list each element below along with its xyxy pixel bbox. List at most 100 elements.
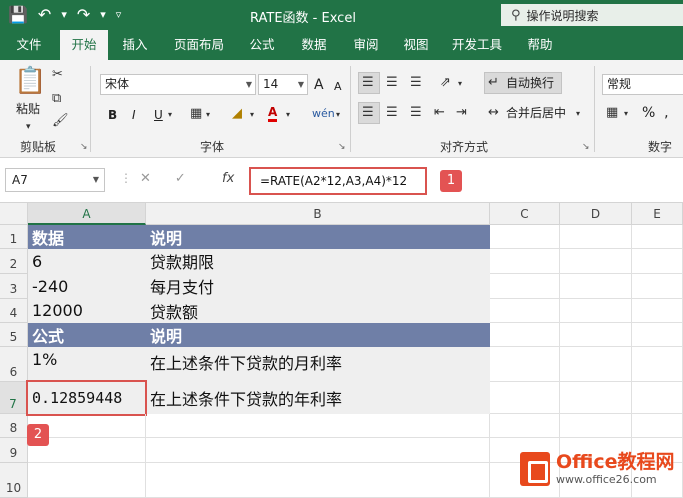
- font-size-select[interactable]: 14 ▼: [258, 74, 308, 95]
- tab-insert[interactable]: 插入: [112, 30, 158, 60]
- number-format-select[interactable]: 常规: [602, 74, 683, 95]
- empty-cell[interactable]: [146, 414, 490, 438]
- merge-center-label[interactable]: 合并后居中: [506, 104, 566, 122]
- column-header-b[interactable]: B: [146, 203, 490, 225]
- clipboard-launcher-icon[interactable]: ↘: [80, 142, 88, 152]
- row-header-8[interactable]: 8: [0, 414, 28, 438]
- cell-a2[interactable]: 6: [28, 249, 146, 274]
- redo-icon[interactable]: ↷: [77, 5, 90, 25]
- empty-cell[interactable]: [632, 249, 683, 274]
- phonetic-guide-icon[interactable]: wén: [312, 105, 335, 123]
- align-right-icon[interactable]: ☰: [410, 104, 422, 122]
- empty-cell[interactable]: [490, 274, 560, 299]
- font-color-dropdown-icon[interactable]: ▾: [286, 106, 290, 124]
- format-painter-icon[interactable]: 🖌: [52, 112, 69, 130]
- merge-dropdown-icon[interactable]: ▾: [576, 105, 580, 123]
- cell-b4[interactable]: 贷款额: [146, 299, 490, 323]
- empty-cell[interactable]: [490, 225, 560, 249]
- grow-font-button[interactable]: A: [314, 76, 324, 94]
- empty-cell[interactable]: [560, 414, 632, 438]
- font-color-icon[interactable]: A: [268, 105, 278, 122]
- row-header-7[interactable]: 7: [0, 382, 28, 414]
- insert-function-button[interactable]: fx: [222, 171, 234, 186]
- column-header-e[interactable]: E: [632, 203, 683, 225]
- column-header-a[interactable]: A: [28, 203, 146, 225]
- accounting-dropdown-icon[interactable]: ▾: [624, 105, 628, 123]
- paste-label[interactable]: 粘贴: [16, 100, 40, 118]
- empty-cell[interactable]: [490, 323, 560, 347]
- border-dropdown-icon[interactable]: ▾: [206, 106, 210, 124]
- empty-cell[interactable]: [490, 299, 560, 323]
- tab-home[interactable]: 开始: [60, 30, 108, 60]
- column-header-c[interactable]: C: [490, 203, 560, 225]
- orientation-dropdown-icon[interactable]: ▾: [458, 75, 462, 93]
- cell-b3[interactable]: 每月支付: [146, 274, 490, 299]
- empty-cell[interactable]: [146, 438, 490, 463]
- cell-a3[interactable]: -240: [28, 274, 146, 299]
- empty-cell[interactable]: [490, 414, 560, 438]
- cell-a5[interactable]: 公式: [28, 323, 146, 347]
- cancel-icon[interactable]: ✕: [140, 171, 151, 186]
- redo-dropdown-icon[interactable]: ▾: [100, 5, 106, 25]
- alignment-launcher-icon[interactable]: ↘: [582, 142, 590, 152]
- decrease-indent-icon[interactable]: ⇤: [434, 104, 445, 122]
- cell-b1[interactable]: 说明: [146, 225, 490, 249]
- cell-b6[interactable]: 在上述条件下贷款的月利率: [146, 347, 490, 382]
- align-center-icon[interactable]: ☰: [386, 104, 398, 122]
- cell-b5[interactable]: 说明: [146, 323, 490, 347]
- row-header-10[interactable]: 10: [0, 463, 28, 498]
- bottom-align-icon[interactable]: ☰: [410, 74, 422, 92]
- column-header-d[interactable]: D: [560, 203, 632, 225]
- underline-button[interactable]: U: [154, 106, 163, 124]
- percent-button[interactable]: %: [642, 104, 655, 122]
- undo-icon[interactable]: ↶: [38, 5, 51, 25]
- empty-cell[interactable]: [632, 347, 683, 382]
- middle-align-icon[interactable]: ☰: [386, 74, 398, 92]
- empty-cell[interactable]: [632, 323, 683, 347]
- accounting-format-icon[interactable]: ▦: [606, 104, 618, 122]
- row-header-6[interactable]: 6: [0, 347, 28, 382]
- tab-file[interactable]: 文件: [4, 30, 54, 60]
- empty-cell[interactable]: [632, 299, 683, 323]
- font-launcher-icon[interactable]: ↘: [338, 142, 346, 152]
- underline-dropdown-icon[interactable]: ▾: [168, 106, 172, 124]
- save-icon[interactable]: 💾: [8, 5, 28, 25]
- italic-button[interactable]: I: [132, 106, 136, 124]
- tab-help[interactable]: 帮助: [518, 30, 562, 60]
- cell-a1[interactable]: 数据: [28, 225, 146, 249]
- border-icon[interactable]: ▦: [190, 105, 202, 123]
- select-all-button[interactable]: [0, 203, 28, 225]
- empty-cell[interactable]: [560, 299, 632, 323]
- formula-input[interactable]: =RATE(A2*12,A3,A4)*12: [249, 167, 427, 195]
- copy-icon[interactable]: ⧉: [52, 90, 61, 108]
- empty-cell[interactable]: [560, 323, 632, 347]
- empty-cell[interactable]: [632, 382, 683, 414]
- row-header-9[interactable]: 9: [0, 438, 28, 463]
- increase-indent-icon[interactable]: ⇥: [456, 104, 467, 122]
- fill-color-dropdown-icon[interactable]: ▾: [250, 106, 254, 124]
- paste-icon[interactable]: 📋: [14, 66, 46, 96]
- cell-b2[interactable]: 贷款期限: [146, 249, 490, 274]
- tab-page-layout[interactable]: 页面布局: [166, 30, 232, 60]
- row-header-5[interactable]: 5: [0, 323, 28, 347]
- empty-cell[interactable]: [490, 382, 560, 414]
- tab-data[interactable]: 数据: [292, 30, 336, 60]
- cell-a4[interactable]: 12000: [28, 299, 146, 323]
- orientation-icon[interactable]: ⇗: [440, 74, 451, 92]
- empty-cell[interactable]: [490, 347, 560, 382]
- row-header-4[interactable]: 4: [0, 299, 28, 323]
- customize-qat-icon[interactable]: ▿: [116, 5, 122, 25]
- empty-cell[interactable]: [560, 225, 632, 249]
- font-name-select[interactable]: 宋体 ▼: [100, 74, 256, 95]
- empty-cell[interactable]: [560, 347, 632, 382]
- empty-cell[interactable]: [28, 463, 146, 498]
- tab-review[interactable]: 审阅: [344, 30, 388, 60]
- row-header-3[interactable]: 3: [0, 274, 28, 299]
- empty-cell[interactable]: [632, 414, 683, 438]
- empty-cell[interactable]: [490, 249, 560, 274]
- shrink-font-button[interactable]: A: [334, 78, 342, 96]
- row-header-2[interactable]: 2: [0, 249, 28, 274]
- empty-cell[interactable]: [560, 382, 632, 414]
- empty-cell[interactable]: [146, 463, 490, 498]
- paste-dropdown-icon[interactable]: ▾: [26, 118, 31, 136]
